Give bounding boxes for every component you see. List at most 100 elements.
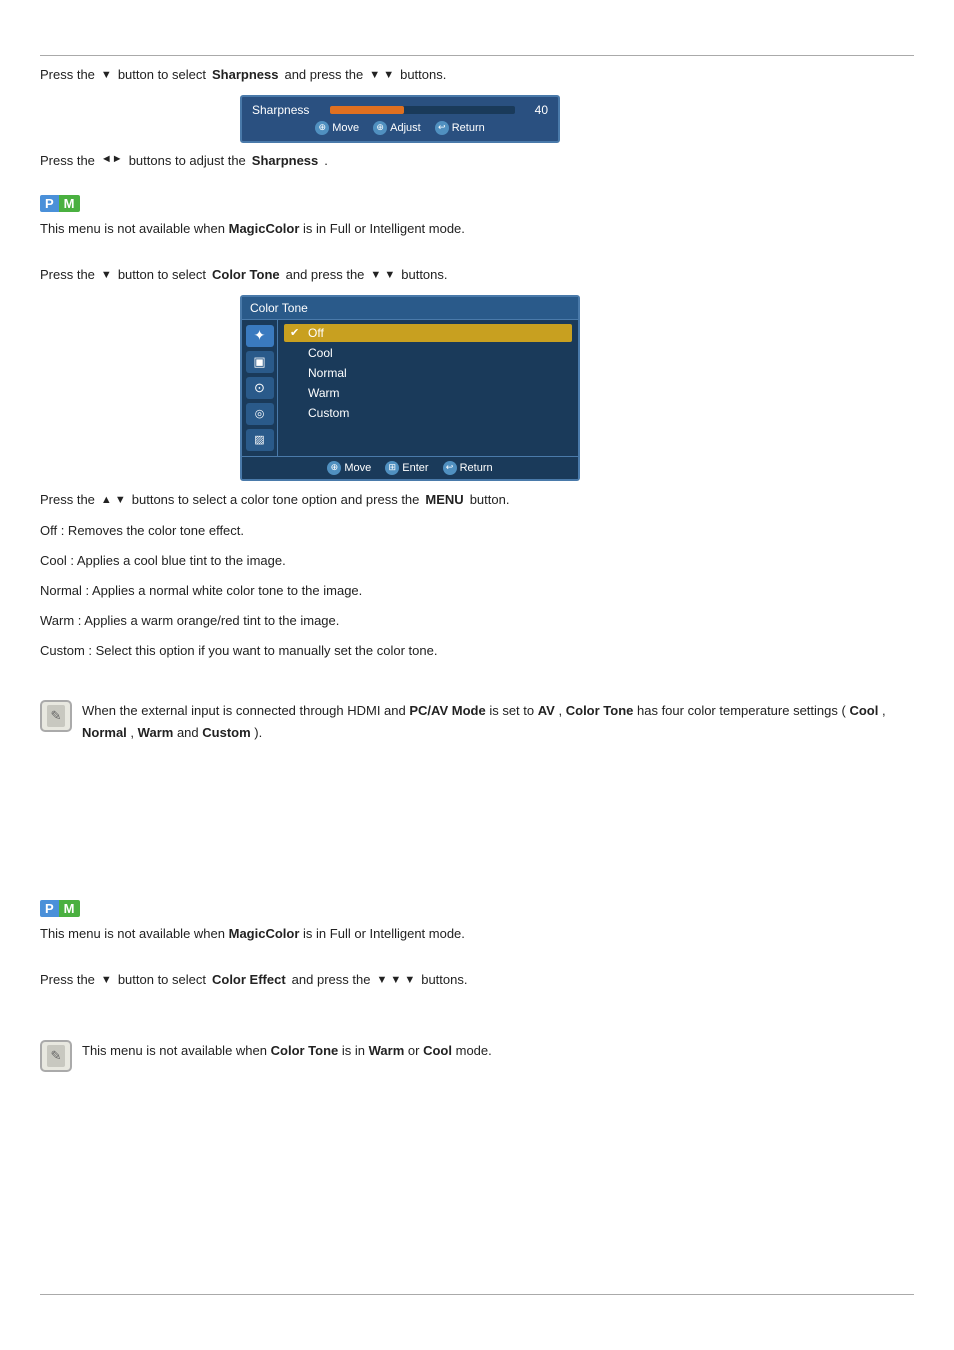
- ct-icon-star: ✦: [246, 325, 274, 347]
- pm-note-end-1: is in Full or Intelligent mode.: [303, 221, 465, 236]
- section6-pm2: P M This menu is not available when Magi…: [40, 900, 914, 953]
- ct-icon-monitor: ▣: [246, 351, 274, 373]
- note1-text5: has four color temperature settings (: [637, 703, 846, 718]
- bottom-rule: [40, 1294, 914, 1295]
- colortone-osd-header: Color Tone: [242, 297, 578, 320]
- ct-move-ctrl: ⊕ Move: [327, 461, 371, 475]
- colortone-instruction: Press the ▼ button to select Color Tone …: [40, 265, 914, 285]
- note1-text1: When the external input is connected thr…: [82, 703, 406, 718]
- ct-text3: and press the: [286, 265, 365, 285]
- pm-m-2: M: [59, 900, 80, 917]
- note2-cool: Cool: [423, 1043, 452, 1058]
- ct-enter-icon: ⊞: [385, 461, 399, 475]
- nav-text1: Press the: [40, 490, 95, 510]
- ce-text3: and press the: [292, 970, 371, 990]
- gear-icon: ⊙: [254, 380, 265, 396]
- ct-normal-desc: Normal : Applies a normal white color to…: [40, 580, 914, 602]
- ct-cool-label: Cool: [308, 346, 333, 360]
- section4-nav: Press the ▲ ▼ buttons to select a color …: [40, 490, 914, 670]
- section3-colortone: Press the ▼ button to select Color Tone …: [40, 265, 914, 486]
- ct-option-off[interactable]: ✔ Off: [284, 324, 572, 342]
- instr1-text2: button to select: [118, 65, 206, 85]
- ct-icon-contrast: ◎: [246, 403, 274, 425]
- note1-text9: ).: [254, 725, 262, 740]
- nav-text2: buttons to select a color tone option an…: [132, 490, 420, 510]
- note1-cool: Cool: [849, 703, 878, 718]
- pm-note-2: This menu is not available when MagicCol…: [40, 923, 914, 945]
- instr1-text4: buttons.: [400, 65, 446, 85]
- ct-text2: button to select: [118, 265, 206, 285]
- note2-warm: Warm: [369, 1043, 405, 1058]
- check-normal: [290, 367, 302, 379]
- pm-p-2: P: [40, 900, 59, 917]
- sharpness-slider-track: [330, 106, 515, 114]
- pm-note-1: This menu is not available when MagicCol…: [40, 218, 914, 240]
- osd-return-ctrl: ↩ Return: [435, 121, 485, 135]
- pm-magic-color-2: MagicColor: [229, 926, 300, 941]
- osd-adjust-ctrl: ⊕ Adjust: [373, 121, 421, 135]
- section1-sharpness: Press the ▼ button to select Sharpness a…: [40, 65, 914, 180]
- down-arrow-icon: ▼: [101, 67, 112, 84]
- sharpness-osd-row: Sharpness 40: [252, 103, 548, 117]
- section5-note: When the external input is connected thr…: [40, 700, 914, 764]
- ce-text4: buttons.: [421, 970, 467, 990]
- note2-ct: Color Tone: [271, 1043, 339, 1058]
- ct-return-label: Return: [460, 462, 493, 474]
- osd-return-label: Return: [452, 122, 485, 134]
- note1-text6: ,: [882, 703, 886, 718]
- colortone-icons-column: ✦ ▣ ⊙ ◎ ▨: [242, 320, 278, 456]
- ct-down-arrow: ▼: [101, 267, 112, 284]
- adjust-instruction: Press the ◄► buttons to adjust the Sharp…: [40, 151, 914, 171]
- section7-coloreffect: Press the ▼ button to select Color Effec…: [40, 970, 914, 1000]
- ce-label: Color Effect: [212, 970, 286, 990]
- ct-label: Color Tone: [212, 265, 280, 285]
- star-icon: ✦: [254, 327, 266, 344]
- adjust-arrows-icon: ▼ ▼: [369, 67, 394, 84]
- ce-down-arrow: ▼: [101, 972, 112, 989]
- ct-normal-label: Normal: [308, 366, 347, 380]
- adj-text2: buttons to adjust the: [129, 151, 246, 171]
- ct-move-label: Move: [344, 462, 371, 474]
- ct-custom-label: Custom: [308, 406, 349, 420]
- instr1-text1: Press the: [40, 65, 95, 85]
- ct-option-warm[interactable]: Warm: [284, 384, 572, 402]
- ct-option-normal[interactable]: Normal: [284, 364, 572, 382]
- ct-move-icon: ⊕: [327, 461, 341, 475]
- note1-text2: is set to: [489, 703, 534, 718]
- note1-pcav: PC/AV Mode: [409, 703, 485, 718]
- osd-adjust-icon: ⊕: [373, 121, 387, 135]
- note1-text8: and: [177, 725, 199, 740]
- ct-icon-img: ▨: [246, 429, 274, 451]
- ct-warm-desc: Warm : Applies a warm orange/red tint to…: [40, 610, 914, 632]
- osd-move-icon: ⊕: [315, 121, 329, 135]
- ce-text2: button to select: [118, 970, 206, 990]
- nav-menu-label: MENU: [425, 490, 463, 510]
- pm-badge-1: P M: [40, 195, 80, 212]
- colortone-options-column: ✔ Off Cool Normal Warm: [278, 320, 578, 456]
- pm-p-1: P: [40, 195, 59, 212]
- ct-arrows2: ▼ ▼: [370, 267, 395, 284]
- pm-m-1: M: [59, 195, 80, 212]
- sharpness-instruction: Press the ▼ button to select Sharpness a…: [40, 65, 914, 85]
- pm-magic-color-1: MagicColor: [229, 221, 300, 236]
- sharpness-slider-fill: [330, 106, 404, 114]
- ct-warm-label: Warm: [308, 386, 340, 400]
- colortone-osd-controls: ⊕ Move ⊞ Enter ↩ Return: [242, 456, 578, 479]
- note-icon-2: [40, 1040, 72, 1072]
- colortone-osd-body: ✦ ▣ ⊙ ◎ ▨: [242, 320, 578, 456]
- note1-normal: Normal: [82, 725, 127, 740]
- note1-av: AV: [538, 703, 555, 718]
- ce-instruction: Press the ▼ button to select Color Effec…: [40, 970, 914, 990]
- ct-enter-ctrl: ⊞ Enter: [385, 461, 428, 475]
- ct-option-custom[interactable]: Custom: [284, 404, 572, 422]
- note1-text3: ,: [558, 703, 562, 718]
- note-box-2: This menu is not available when Color To…: [40, 1040, 914, 1072]
- ct-option-cool[interactable]: Cool: [284, 344, 572, 362]
- osd-adjust-label: Adjust: [390, 122, 421, 134]
- sharpness-osd-label: Sharpness: [252, 103, 322, 117]
- note-icon-1: [40, 700, 72, 732]
- lr-arrows-icon: ◄►: [101, 151, 123, 168]
- note1-warm: Warm: [138, 725, 174, 740]
- pm-badge-2: P M: [40, 900, 80, 917]
- sharpness-osd-controls: ⊕ Move ⊕ Adjust ↩ Return: [252, 121, 548, 135]
